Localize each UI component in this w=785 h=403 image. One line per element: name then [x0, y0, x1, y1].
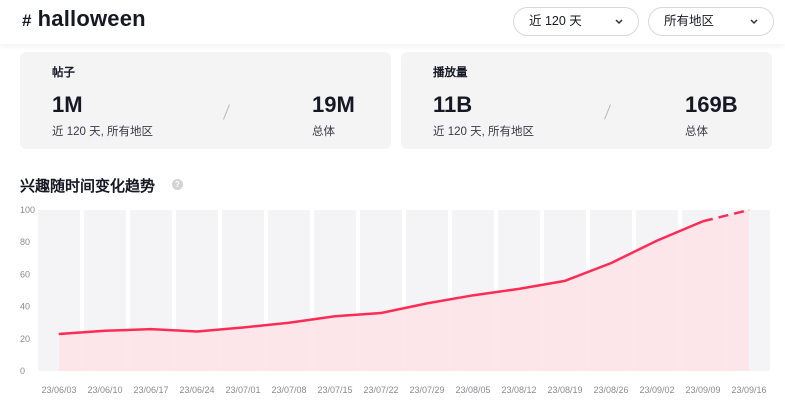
views-stat-card: 播放量 11B 近 120 天, 所有地区 169B 总体 — [401, 52, 772, 149]
views-recent-caption: 近 120 天, 所有地区 — [433, 126, 534, 138]
views-total-caption: 总体 — [685, 126, 708, 138]
chart-point — [426, 302, 428, 304]
posts-stat-card: 帖子 1M 近 120 天, 所有地区 19M 总体 — [20, 52, 391, 149]
x-tick-label: 23/07/15 — [317, 385, 352, 395]
y-tick-label: 100 — [20, 205, 35, 215]
x-tick-label: 23/09/09 — [685, 385, 720, 395]
y-tick-label: 40 — [20, 302, 30, 312]
chevron-down-icon — [749, 8, 759, 46]
chart-point — [748, 209, 750, 211]
divider-slash — [604, 104, 611, 120]
posts-total-value: 19M — [312, 92, 355, 117]
x-tick-label: 23/08/26 — [593, 385, 628, 395]
x-tick-label: 23/07/29 — [409, 385, 444, 395]
x-tick-label: 23/07/22 — [363, 385, 398, 395]
chart-point — [104, 330, 106, 332]
posts-recent-caption: 近 120 天, 所有地区 — [52, 126, 153, 138]
views-label: 播放量 — [433, 67, 468, 79]
region-value: 所有地区 — [664, 14, 715, 28]
chart-point — [288, 322, 290, 324]
y-tick-label: 20 — [20, 334, 30, 344]
divider-slash — [223, 104, 230, 120]
chart-point — [242, 327, 244, 329]
views-total-value: 169B — [685, 92, 738, 117]
x-tick-label: 23/06/10 — [87, 385, 122, 395]
x-tick-label: 23/08/12 — [501, 385, 536, 395]
hash-symbol: # — [22, 11, 32, 30]
chart-point — [610, 262, 612, 264]
x-tick-label: 23/09/16 — [731, 385, 766, 395]
chart-point — [518, 288, 520, 290]
y-tick-label: 80 — [20, 237, 30, 247]
views-recent-value: 11B — [433, 92, 473, 117]
trend-section-title: 兴趣随时间变化趋势 — [20, 178, 156, 195]
chart-point — [702, 220, 704, 222]
x-tick-label: 23/07/01 — [225, 385, 260, 395]
posts-recent-value: 1M — [52, 92, 83, 117]
posts-label: 帖子 — [52, 67, 75, 79]
x-tick-label: 23/06/17 — [133, 385, 168, 395]
posts-total-caption: 总体 — [312, 126, 335, 138]
x-tick-label: 23/07/08 — [271, 385, 306, 395]
chart-point — [58, 333, 60, 335]
x-tick-label: 23/06/03 — [41, 385, 76, 395]
chart-point — [150, 328, 152, 330]
chevron-down-icon — [614, 8, 624, 46]
chart-point — [196, 331, 198, 333]
y-tick-label: 0 — [20, 366, 25, 376]
x-tick-label: 23/06/24 — [179, 385, 214, 395]
hashtag-name: halloween — [37, 6, 146, 31]
x-tick-label: 23/08/05 — [455, 385, 490, 395]
time-range-value: 近 120 天 — [529, 14, 582, 28]
chart-point — [334, 315, 336, 317]
page-header: # halloween 近 120 天 所有地区 — [0, 0, 785, 44]
x-tick-label: 23/08/19 — [547, 385, 582, 395]
region-dropdown[interactable]: 所有地区 — [648, 7, 774, 36]
chart-point — [656, 240, 658, 242]
chart-point — [380, 312, 382, 314]
chart-point — [564, 280, 566, 282]
time-range-dropdown[interactable]: 近 120 天 — [513, 7, 639, 36]
chart-point — [472, 294, 474, 296]
question-circle-icon[interactable]: ? — [172, 179, 183, 190]
hashtag-title: # halloween — [22, 6, 146, 32]
x-tick-label: 23/09/02 — [639, 385, 674, 395]
y-tick-label: 60 — [20, 269, 30, 279]
interest-trend-chart: 0 20 40 60 80 100 23/06/03 23/06/10 23/06/17 23/0… — [20, 205, 770, 395]
